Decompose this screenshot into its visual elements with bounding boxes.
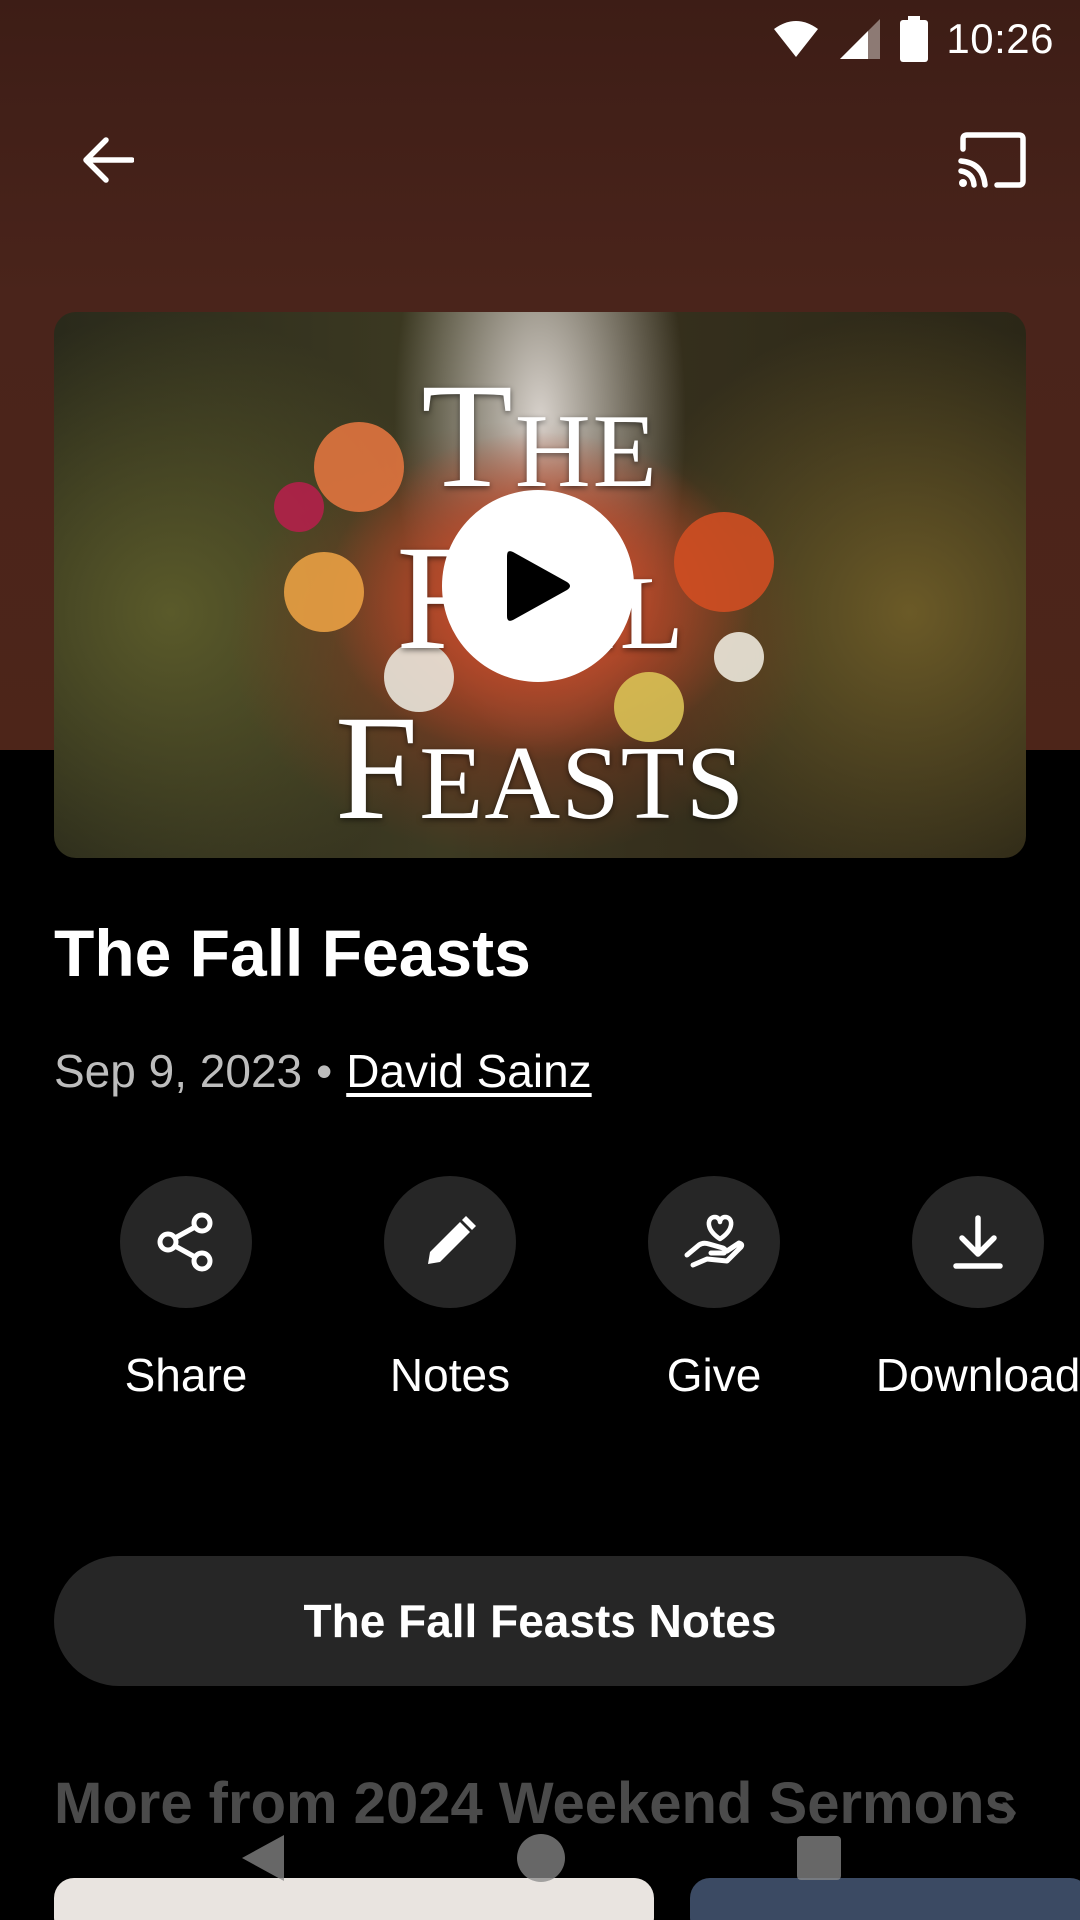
top-app-bar <box>0 110 1080 210</box>
download-button[interactable] <box>912 1176 1044 1308</box>
nav-back-icon[interactable] <box>238 1833 286 1888</box>
play-button[interactable] <box>442 490 634 682</box>
notes-label: Notes <box>389 1349 511 1401</box>
notes-button[interactable] <box>384 1176 516 1308</box>
battery-icon <box>900 16 929 62</box>
sermon-date: Sep 9, 2023 <box>54 1045 303 1097</box>
cast-icon <box>958 132 1026 188</box>
give-button[interactable] <box>648 1176 780 1308</box>
share-label: Share <box>124 1349 248 1401</box>
artwork-title-line: Feasts <box>334 685 746 851</box>
share-button[interactable] <box>120 1176 252 1308</box>
meta-separator: • <box>316 1045 333 1097</box>
download-label: Download <box>875 1349 1080 1401</box>
pencil-icon <box>428 1216 476 1264</box>
status-bar: 10:26 <box>0 0 1080 78</box>
share-icon <box>157 1212 213 1272</box>
system-navigation-bar <box>0 1800 1080 1920</box>
download-icon <box>953 1215 1003 1269</box>
sermon-notes-button[interactable]: The Fall Feasts Notes <box>54 1556 1026 1686</box>
cast-button[interactable] <box>942 110 1042 210</box>
notes-action[interactable]: Notes <box>318 1176 582 1402</box>
give-heart-hand-icon <box>684 1214 745 1268</box>
sermon-title: The Fall Feasts <box>54 916 531 990</box>
arrow-left-icon <box>83 137 134 183</box>
wifi-icon <box>774 21 819 57</box>
play-icon <box>507 551 570 621</box>
back-button[interactable] <box>58 110 158 210</box>
nav-recents-icon[interactable] <box>796 1835 842 1886</box>
author-link[interactable]: David Sainz <box>346 1044 591 1098</box>
give-label: Give <box>666 1349 762 1401</box>
action-row: Share Notes Give Download <box>0 1176 1080 1416</box>
cellular-signal-icon <box>840 19 881 59</box>
nav-home-icon[interactable] <box>516 1833 566 1888</box>
share-action[interactable]: Share <box>54 1176 318 1402</box>
status-time: 10:26 <box>946 15 1054 62</box>
sermon-meta: Sep 9, 2023 • David Sainz <box>54 1044 592 1098</box>
download-action[interactable]: Download <box>846 1176 1080 1402</box>
give-action[interactable]: Give <box>582 1176 846 1402</box>
